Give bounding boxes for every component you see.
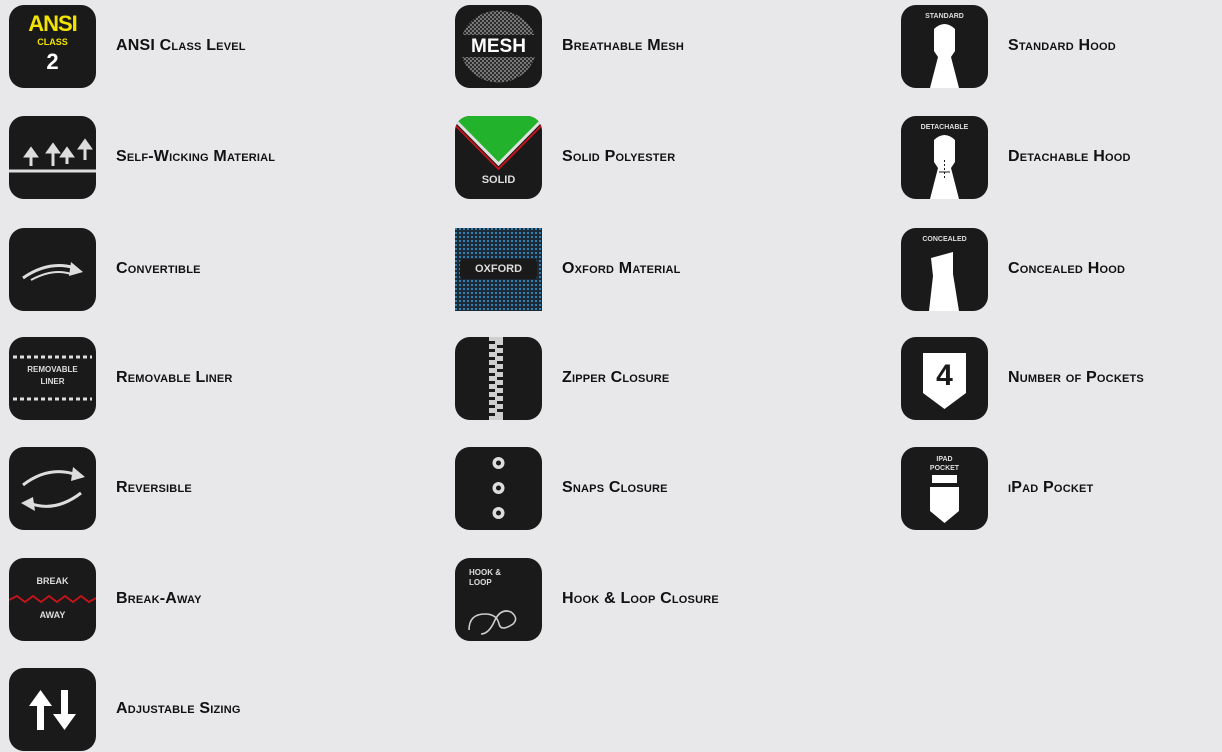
feature-detachable-hood: DETACHABLE Detachable Hood: [901, 115, 1131, 199]
feature-label: Removable Liner: [116, 369, 233, 386]
feature-label: Breathable Mesh: [562, 37, 684, 54]
zipper-icon: [455, 336, 542, 420]
feature-standard-hood: STANDARD Standard Hood: [901, 4, 1116, 88]
feature-reversible: Reversible: [9, 446, 192, 530]
concealed-hood-icon: CONCEALED: [901, 227, 988, 311]
feature-convertible: Convertible: [9, 227, 201, 311]
solid-text: SOLID: [481, 173, 516, 186]
feature-label: Break-Away: [116, 590, 202, 607]
adjustable-sizing-icon: [9, 667, 96, 751]
feature-number-of-pockets: 4 Number of Pockets: [901, 336, 1144, 420]
feature-label: Reversible: [116, 479, 192, 496]
feature-solid-polyester: SOLID Solid Polyester: [455, 115, 676, 199]
detachable-hood-icon: DETACHABLE: [901, 115, 988, 199]
feature-label: Zipper Closure: [562, 369, 670, 386]
feature-label: Snaps Closure: [562, 479, 668, 496]
feature-label: Self-Wicking Material: [116, 148, 276, 165]
feature-concealed-hood: CONCEALED Concealed Hood: [901, 227, 1126, 311]
feature-label: iPad Pocket: [1008, 479, 1094, 496]
solid-polyester-icon: SOLID: [455, 115, 542, 199]
number-of-pockets-icon: 4: [901, 336, 988, 420]
reversible-icon: [9, 446, 96, 530]
feature-snaps-closure: Snaps Closure: [455, 446, 668, 530]
ipad-pocket-icon: IPAD POCKET: [901, 446, 988, 530]
feature-label: Solid Polyester: [562, 148, 676, 165]
liner-text: LINER: [40, 376, 65, 386]
feature-ansi-class-level: ANSI CLASS 2 ANSI Class Level: [9, 4, 246, 88]
feature-label: ANSI Class Level: [116, 37, 246, 54]
feature-label: Hook & Loop Closure: [562, 590, 719, 607]
ansi-text: ANSI: [28, 10, 78, 36]
class-text: CLASS: [37, 36, 68, 47]
class-number-text: 2: [46, 48, 59, 74]
self-wicking-icon: [9, 115, 96, 199]
away-text: AWAY: [39, 609, 66, 620]
feature-label: Concealed Hood: [1008, 260, 1126, 277]
feature-legend: ANSI CLASS 2 ANSI Class Level Self-Wicki…: [0, 0, 1222, 752]
oxford-icon: OXFORD: [455, 227, 542, 311]
feature-oxford-material: OXFORD Oxford Material: [455, 227, 681, 311]
break-away-icon: BREAK AWAY: [9, 557, 96, 641]
feature-label: Oxford Material: [562, 260, 681, 277]
pocket-count-text: 4: [936, 358, 953, 392]
oxford-text: OXFORD: [474, 262, 523, 275]
mesh-text: MESH: [471, 35, 526, 57]
feature-breathable-mesh: MESH Breathable Mesh: [455, 4, 684, 88]
standard-hood-icon: STANDARD: [901, 4, 988, 88]
mesh-icon: MESH: [455, 4, 542, 88]
ansi-class-icon: ANSI CLASS 2: [9, 4, 96, 88]
hook-loop-icon: HOOK & LOOP: [455, 557, 542, 641]
feature-hook-loop-closure: HOOK & LOOP Hook & Loop Closure: [455, 557, 719, 641]
feature-removable-liner: REMOVABLE LINER Removable Liner: [9, 336, 233, 420]
feature-break-away: BREAK AWAY Break-Away: [9, 557, 202, 641]
snaps-icon: [455, 446, 542, 530]
removable-liner-icon: REMOVABLE LINER: [9, 336, 96, 420]
feature-self-wicking: Self-Wicking Material: [9, 115, 276, 199]
convertible-icon: [9, 227, 96, 311]
feature-zipper-closure: Zipper Closure: [455, 336, 670, 420]
feature-ipad-pocket: IPAD POCKET iPad Pocket: [901, 446, 1094, 530]
removable-text: REMOVABLE: [27, 364, 78, 374]
feature-label: Detachable Hood: [1008, 148, 1131, 165]
feature-label: Convertible: [116, 260, 201, 277]
feature-label: Adjustable Sizing: [116, 700, 241, 717]
feature-label: Standard Hood: [1008, 37, 1116, 54]
feature-adjustable-sizing: Adjustable Sizing: [9, 667, 241, 751]
feature-label: Number of Pockets: [1008, 369, 1144, 386]
